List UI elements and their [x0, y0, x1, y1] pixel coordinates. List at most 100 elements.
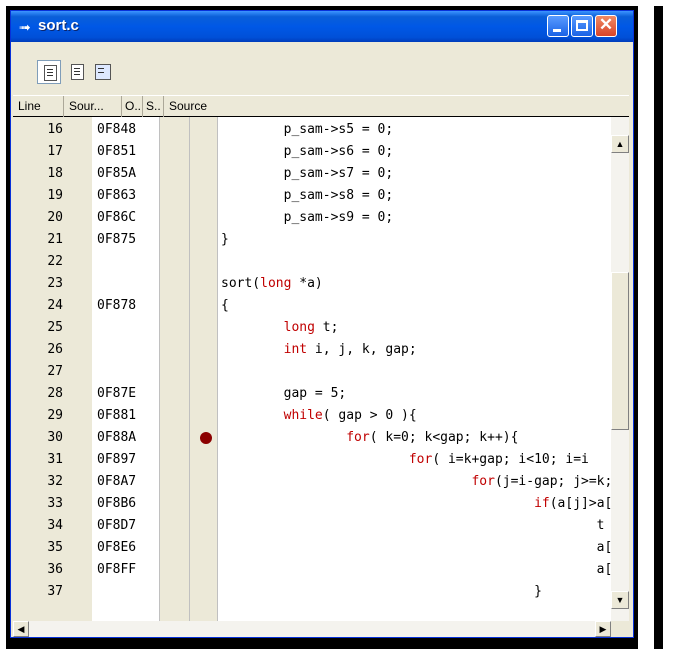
source-address: 0F851: [97, 144, 137, 159]
source-address: 0F86C: [97, 210, 137, 225]
source-code-line: t = a[j];: [596, 518, 605, 533]
maximize-icon: [576, 20, 588, 31]
line-number: 16: [47, 122, 63, 137]
source-code-line: for( i=k+gap; i<10; i=i: [408, 452, 589, 467]
code-row[interactable]: 31 0F897 for( i=k+gap; i<10; i=i: [13, 449, 611, 471]
code-row[interactable]: 25 long t;: [13, 317, 611, 339]
source-address: 0F8E6: [97, 540, 137, 555]
line-number: 35: [47, 540, 63, 555]
toolbar: [11, 42, 633, 94]
source-address: 0F88A: [97, 430, 137, 445]
line-number: 23: [47, 276, 63, 291]
source-address: 0F8D7: [97, 518, 137, 533]
resize-grip[interactable]: [611, 621, 629, 637]
source-code-line: p_sam->s5 = 0;: [221, 122, 394, 137]
disassembly-view-button[interactable]: [89, 60, 113, 84]
source-code-line: p_sam->s8 = 0;: [221, 188, 394, 203]
document-icon: [44, 65, 57, 81]
line-number: 17: [47, 144, 63, 159]
line-number: 29: [47, 408, 63, 423]
keyword: long: [260, 276, 292, 291]
source-code-line: for(j=i-gap; j>=k;: [471, 474, 611, 489]
code-row[interactable]: 20 0F86C p_sam->s9 = 0;: [13, 207, 611, 229]
window-title: sort.c: [38, 17, 79, 34]
source-address: 0F881: [97, 408, 137, 423]
source-code-line: }: [221, 232, 229, 247]
line-number: 21: [47, 232, 63, 247]
scroll-right-button[interactable]: ▶: [595, 621, 611, 637]
code-row[interactable]: 16 0F848 p_sam->s5 = 0;: [13, 119, 611, 141]
vertical-scrollbar[interactable]: ▲ ▼: [611, 117, 629, 621]
source-address: 0F87E: [97, 386, 137, 401]
source-address: 0F8B6: [97, 496, 137, 511]
line-number: 26: [47, 342, 63, 357]
source-address: 0F8FF: [97, 562, 137, 577]
source-grid[interactable]: 16 0F848 p_sam->s5 = 0; 17 0F851 p_sam->s6 …: [13, 117, 611, 621]
code-row[interactable]: 36 0F8FF a[j+gap] =: [13, 559, 611, 581]
document-view-icon: [71, 64, 84, 80]
column-header: Line Sour... O.. S.. Source: [13, 95, 629, 117]
keyword: for: [471, 474, 495, 489]
keyword: long: [283, 320, 315, 335]
code-row[interactable]: 32 0F8A7 for(j=i-gap; j>=k;: [13, 471, 611, 493]
horizontal-scrollbar[interactable]: ◀ ▶: [13, 621, 611, 637]
title-bar[interactable]: ➟ sort.c ✕: [11, 11, 633, 42]
line-number: 32: [47, 474, 63, 489]
vertical-scroll-thumb[interactable]: [611, 272, 629, 430]
source-code-line: p_sam->s9 = 0;: [221, 210, 394, 225]
code-row[interactable]: 28 0F87E gap = 5;: [13, 383, 611, 405]
minimize-button[interactable]: [547, 15, 569, 37]
code-row[interactable]: 35 0F8E6 a[j] = a[j+: [13, 537, 611, 559]
source-view-button[interactable]: [37, 60, 61, 84]
source-code-line: long t;: [283, 320, 339, 335]
source-code-line: a[j+gap] =: [596, 562, 611, 577]
scroll-down-button[interactable]: ▼: [611, 591, 629, 609]
keyword: for: [346, 430, 370, 445]
code-row[interactable]: 29 0F881 while( gap > 0 ){: [13, 405, 611, 427]
line-number: 28: [47, 386, 63, 401]
minimize-icon: [553, 29, 561, 32]
code-row[interactable]: 24 0F878 {: [13, 295, 611, 317]
breakpoint-icon[interactable]: [200, 432, 212, 444]
code-row[interactable]: 17 0F851 p_sam->s6 = 0;: [13, 141, 611, 163]
code-row[interactable]: 34 0F8D7 t = a[j];: [13, 515, 611, 537]
close-button[interactable]: ✕: [595, 15, 617, 37]
line-number: 27: [47, 364, 63, 379]
source-code-line: a[j] = a[j+: [596, 540, 611, 555]
code-row[interactable]: 27: [13, 361, 611, 383]
line-number: 25: [47, 320, 63, 335]
line-number: 20: [47, 210, 63, 225]
line-number: 36: [47, 562, 63, 577]
header-s[interactable]: S..: [143, 96, 164, 117]
code-row[interactable]: 21 0F875}: [13, 229, 611, 251]
scroll-up-button[interactable]: ▲: [611, 135, 629, 153]
header-line[interactable]: Line: [13, 96, 64, 117]
source-code-line: gap = 5;: [221, 386, 347, 401]
source-code-line: }: [221, 584, 542, 599]
source-code-line: while( gap > 0 ){: [283, 408, 417, 423]
source-window: ➟ sort.c ✕ Line Sour... O.. S.. Source 1…: [10, 10, 634, 638]
maximize-button[interactable]: [571, 15, 593, 37]
file-arrow-icon: ➟: [19, 19, 31, 35]
screen-edge-bar: [654, 6, 663, 649]
scroll-left-button[interactable]: ◀: [13, 621, 29, 637]
source-address: 0F85A: [97, 166, 137, 181]
header-source-address[interactable]: Sour...: [64, 96, 122, 117]
line-number: 18: [47, 166, 63, 181]
header-o[interactable]: O..: [122, 96, 143, 117]
mixed-view-button[interactable]: [65, 60, 89, 84]
code-row[interactable]: 33 0F8B6 if(a[j]>a[j+gap: [13, 493, 611, 515]
line-number: 34: [47, 518, 63, 533]
code-row[interactable]: 19 0F863 p_sam->s8 = 0;: [13, 185, 611, 207]
header-source[interactable]: Source: [164, 96, 629, 117]
code-row[interactable]: 37 }: [13, 581, 611, 603]
source-code-line: int i, j, k, gap;: [283, 342, 417, 357]
code-row[interactable]: 23 sort(long *a): [13, 273, 611, 295]
code-row[interactable]: 30 0F88A for( k=0; k<gap; k++){: [13, 427, 611, 449]
line-number: 24: [47, 298, 63, 313]
code-row[interactable]: 18 0F85A p_sam->s7 = 0;: [13, 163, 611, 185]
line-number: 31: [47, 452, 63, 467]
code-row[interactable]: 26 int i, j, k, gap;: [13, 339, 611, 361]
line-number: 30: [47, 430, 63, 445]
code-row[interactable]: 22: [13, 251, 611, 273]
